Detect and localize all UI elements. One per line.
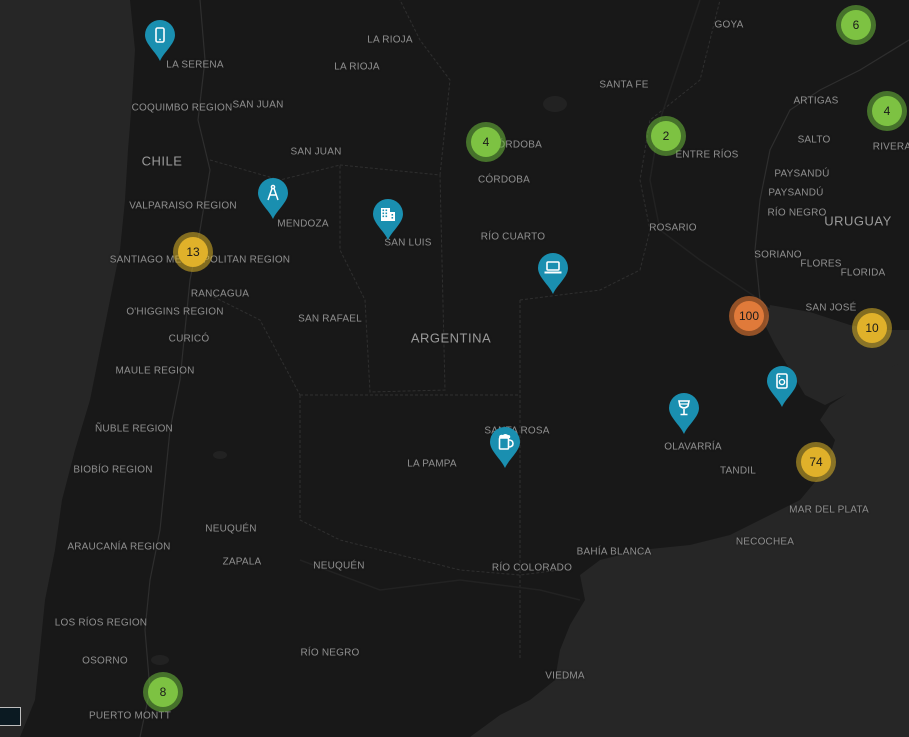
cluster-marker[interactable]: 8 [143, 672, 183, 712]
cluster-marker[interactable]: 100 [729, 296, 769, 336]
city-label: GOYA [714, 19, 744, 31]
city-label: PAYSANDÚ [768, 187, 824, 199]
region-label: BIOBÍO REGION [73, 464, 153, 476]
city-label: CURICÓ [168, 333, 210, 345]
region-label: LOS RÍOS REGION [54, 617, 148, 629]
region-label: SALTO [797, 134, 831, 146]
country-label: CHILE [141, 153, 183, 169]
cluster-marker[interactable]: 2 [646, 116, 686, 156]
map-marker[interactable] [766, 365, 798, 409]
cluster-count: 6 [841, 10, 871, 40]
city-label: VIEDMA [545, 670, 585, 682]
region-label: SANTA FE [599, 79, 649, 91]
cluster-count: 100 [734, 301, 764, 331]
city-label: ROSARIO [649, 222, 697, 234]
region-label: ÑUBLE REGION [95, 423, 173, 435]
region-label: ARTIGAS [793, 95, 839, 107]
cluster-count: 4 [872, 96, 902, 126]
city-label: SAN RAFAEL [298, 313, 362, 325]
city-label: BAHÍA BLANCA [576, 546, 652, 558]
cluster-count: 4 [471, 127, 501, 157]
region-label: O'HIGGINS REGION [126, 306, 224, 318]
scale-control [0, 707, 21, 726]
region-label: ENTRE RÍOS [675, 149, 739, 161]
region-label: VALPARAISO REGION [129, 200, 237, 212]
city-label: TANDIL [719, 465, 757, 477]
region-label: ARAUCANÍA REGION [67, 541, 171, 553]
city-label: LA RIOJA [334, 61, 380, 73]
region-label: MAULE REGION [115, 365, 195, 377]
country-label: ARGENTINA [410, 330, 492, 346]
city-label: SAN JUAN [232, 99, 284, 111]
cluster-marker[interactable]: 74 [796, 442, 836, 482]
cluster-marker[interactable]: 4 [867, 91, 907, 131]
cluster-count: 13 [178, 237, 208, 267]
country-label: URUGUAY [824, 213, 892, 229]
cluster-marker[interactable]: 4 [466, 122, 506, 162]
city-label: PUERTO MONTT [88, 710, 172, 722]
city-label: NEUQUÉN [205, 523, 257, 535]
map-marker[interactable] [537, 252, 569, 296]
city-label: NECOCHEA [735, 536, 795, 548]
map-marker[interactable] [372, 198, 404, 242]
region-label: SORIANO [754, 249, 802, 261]
city-label: RÍO COLORADO [491, 562, 573, 574]
region-label: RÍO NEGRO [300, 647, 360, 659]
city-label: RANCAGUA [190, 288, 250, 300]
city-label: ZAPALA [222, 556, 262, 568]
map-marker[interactable] [144, 19, 176, 63]
cluster-marker[interactable]: 6 [836, 5, 876, 45]
region-label: COQUIMBO REGION [131, 102, 233, 114]
region-label: RÍO NEGRO [767, 207, 827, 219]
region-label: FLORIDA [840, 267, 886, 279]
region-label: SAN JOSÉ [805, 302, 857, 314]
map-marker[interactable] [489, 426, 521, 470]
region-label: LA RIOJA [367, 34, 413, 46]
map-marker[interactable] [257, 177, 289, 221]
cluster-marker[interactable]: 10 [852, 308, 892, 348]
region-label: FLORES [800, 258, 842, 270]
region-label: LA PAMPA [407, 458, 457, 470]
city-label: OSORNO [82, 655, 128, 667]
cluster-marker[interactable]: 13 [173, 232, 213, 272]
region-label: SAN JUAN [290, 146, 342, 158]
city-label: OLAVARRÍA [664, 441, 722, 453]
region-label: NEUQUÉN [313, 560, 365, 572]
region-label: PAYSANDÚ [774, 168, 830, 180]
city-label: MAR DEL PLATA [789, 504, 869, 516]
cluster-count: 74 [801, 447, 831, 477]
city-label: RÍO CUARTO [480, 231, 546, 243]
map-marker[interactable] [668, 392, 700, 436]
cluster-count: 2 [651, 121, 681, 151]
cluster-count: 8 [148, 677, 178, 707]
region-label: CÓRDOBA [478, 174, 530, 186]
cluster-count: 10 [857, 313, 887, 343]
region-label: RIVERA [872, 141, 909, 153]
